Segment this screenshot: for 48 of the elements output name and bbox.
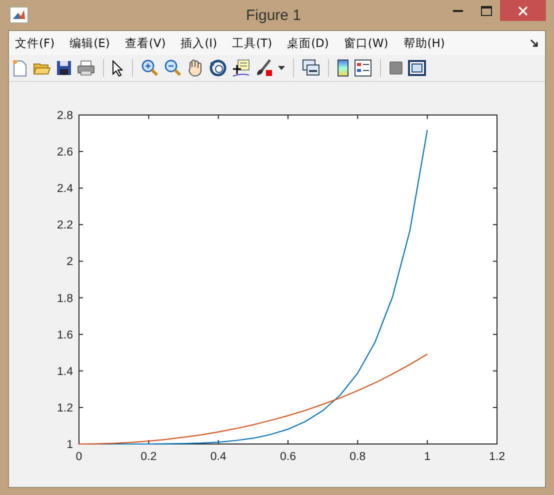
- x-tick-label: 1: [424, 451, 431, 463]
- close-icon: [518, 6, 528, 16]
- y-tick-label: 2.2: [57, 220, 73, 232]
- y-tick-label: 1: [66, 439, 73, 451]
- x-tick-label: 0.4: [210, 451, 226, 463]
- x-tick-label: 1.2: [489, 451, 505, 463]
- pan-hand-icon[interactable]: [187, 59, 204, 77]
- menu-item[interactable]: 工具(T): [232, 36, 272, 50]
- menu-item[interactable]: 文件(F): [15, 36, 55, 50]
- zoom-in-icon[interactable]: [141, 59, 159, 77]
- x-tick-label: 0.6: [280, 451, 296, 463]
- menu-item[interactable]: 插入(I): [180, 36, 218, 50]
- y-tick-label: 2: [66, 256, 73, 268]
- colorbar-icon[interactable]: [337, 59, 349, 77]
- menu-item[interactable]: 窗口(W): [344, 36, 388, 50]
- y-tick-label: 2.6: [57, 146, 73, 159]
- menu-item[interactable]: 查看(V): [124, 36, 166, 50]
- y-tick-label: 2.8: [57, 110, 73, 122]
- x-tick-label: 0.8: [350, 451, 366, 463]
- data-cursor-icon[interactable]: [232, 59, 250, 77]
- square-icon[interactable]: [389, 61, 403, 75]
- window-title: Figure 1: [246, 6, 302, 24]
- app-logo-icon: [10, 7, 28, 23]
- dock-arrow-icon[interactable]: [530, 38, 539, 48]
- y-tick-label: 1.8: [57, 292, 73, 305]
- close-button[interactable]: [500, 0, 546, 21]
- menu-item[interactable]: 帮助(H): [403, 36, 445, 50]
- menu-item[interactable]: 编辑(E): [70, 36, 110, 50]
- window-icon[interactable]: [408, 60, 426, 76]
- print-icon[interactable]: [77, 60, 95, 76]
- x-tick-label: 0: [76, 451, 82, 463]
- minimize-icon[interactable]: [453, 10, 463, 12]
- caret-icon[interactable]: [278, 66, 285, 70]
- brush-icon[interactable]: [255, 59, 273, 77]
- legend-icon[interactable]: [354, 59, 372, 77]
- y-tick-label: 1.2: [57, 402, 73, 414]
- pointer-icon[interactable]: [112, 60, 124, 76]
- rotate-icon[interactable]: [209, 59, 227, 77]
- y-tick-label: 2.4: [57, 183, 73, 196]
- zoom-out-icon[interactable]: [164, 59, 182, 77]
- menu-item[interactable]: 桌面(D): [287, 36, 329, 50]
- y-tick-label: 1.6: [57, 329, 73, 342]
- y-tick-label: 1.4: [57, 366, 73, 378]
- save-icon[interactable]: [56, 60, 72, 76]
- linked-windows-icon[interactable]: [302, 59, 320, 77]
- x-tick-label: 0.2: [140, 451, 157, 463]
- new-file-icon[interactable]: [12, 59, 28, 77]
- maximize-icon[interactable]: [480, 6, 492, 16]
